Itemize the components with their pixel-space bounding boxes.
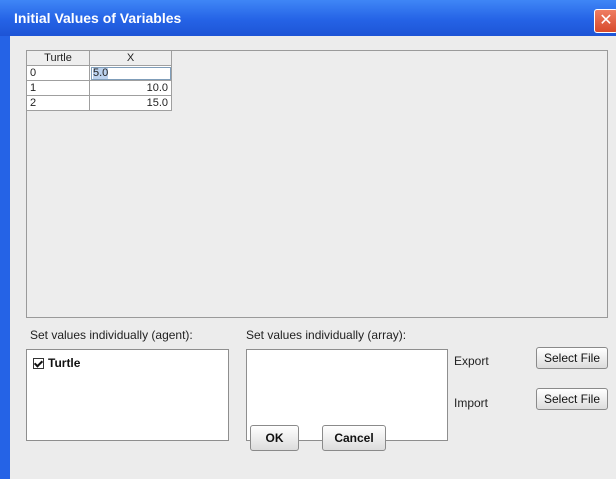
turtle-cell: 1 (27, 80, 90, 96)
turtle-cell: 2 (27, 95, 90, 111)
table-row: 0 5.0 (27, 65, 172, 81)
array-section-label: Set values individually (array): (246, 328, 407, 342)
list-item-turtle[interactable]: Turtle (33, 356, 80, 370)
x-value-cell[interactable]: 15.0 (89, 95, 172, 111)
variables-table: Turtle X 0 5.0 1 10.0 2 15.0 (27, 51, 172, 111)
dialog-body: Turtle X 0 5.0 1 10.0 2 15.0 Set values … (10, 36, 616, 479)
turtle-cell: 0 (27, 65, 90, 81)
list-item-label: Turtle (48, 356, 81, 370)
window-border (0, 36, 10, 479)
x-value-cell[interactable]: 10.0 (89, 80, 172, 96)
column-header-x[interactable]: X (89, 51, 172, 66)
import-label: Import (454, 396, 489, 410)
x-value-cell-editing[interactable]: 5.0 (89, 65, 172, 81)
table-row: 1 10.0 (27, 80, 172, 96)
title-bar[interactable]: Initial Values of Variables ✕ (0, 0, 616, 36)
agent-section-label: Set values individually (agent): (30, 328, 193, 342)
cancel-button[interactable]: Cancel (322, 425, 386, 451)
window-title: Initial Values of Variables (14, 10, 182, 26)
dialog-window: Initial Values of Variables ✕ Turtle X 0… (0, 0, 616, 479)
agent-list[interactable]: Turtle (26, 349, 229, 441)
table-row: 2 15.0 (27, 95, 172, 111)
selected-value[interactable]: 5.0 (93, 66, 109, 79)
checkbox-checked-icon[interactable] (33, 357, 44, 369)
column-header-turtle[interactable]: Turtle (27, 51, 90, 66)
export-select-file-button[interactable]: Select File (536, 347, 608, 369)
close-icon[interactable]: ✕ (594, 9, 616, 33)
export-label: Export (454, 354, 489, 368)
ok-button[interactable]: OK (250, 425, 299, 451)
import-select-file-button[interactable]: Select File (536, 388, 608, 410)
variables-table-panel: Turtle X 0 5.0 1 10.0 2 15.0 (26, 50, 608, 318)
